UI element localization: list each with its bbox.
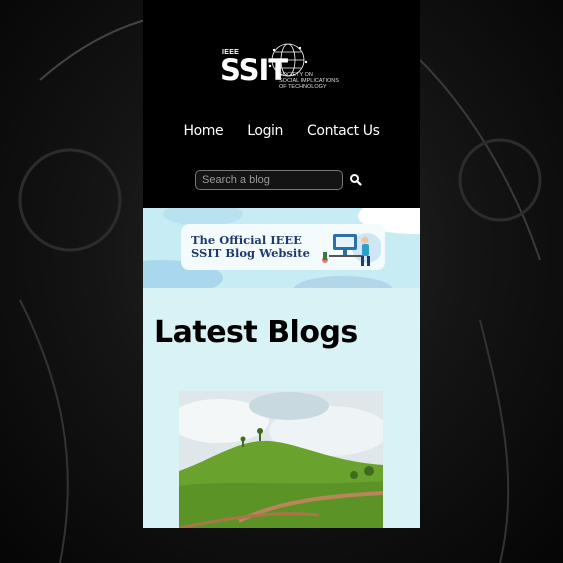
search-input[interactable] — [195, 170, 343, 190]
person-at-computer-illustration — [322, 233, 381, 266]
search-icon — [350, 174, 362, 186]
ssit-logo[interactable]: IEEE SSIT SOCIETY ON SOCIAL IMPLICATIONS… — [220, 42, 342, 94]
logo-name: SSIT — [220, 53, 288, 87]
banner-title: The Official IEEE SSIT Blog Website — [191, 233, 310, 260]
page-heading: Latest Blogs — [154, 315, 358, 350]
site-column: IEEE SSIT SOCIETY ON SOCIAL IMPLICATIONS… — [143, 0, 420, 528]
nav-contact-us[interactable]: Contact Us — [307, 123, 380, 139]
logo-tagline: SOCIETY ON SOCIAL IMPLICATIONS OF TECHNO… — [279, 72, 339, 90]
nav-login[interactable]: Login — [247, 123, 283, 139]
banner-card: The Official IEEE SSIT Blog Website — [181, 224, 385, 270]
blog-post-thumbnail[interactable] — [179, 391, 383, 528]
blog-banner: The Official IEEE SSIT Blog Website — [143, 208, 420, 304]
main-nav: Home Login Contact Us — [143, 123, 420, 139]
nav-home[interactable]: Home — [184, 123, 224, 139]
green-hill-image — [179, 391, 383, 528]
search-button[interactable] — [349, 173, 365, 189]
main-content: The Official IEEE SSIT Blog Website Late… — [143, 208, 420, 528]
